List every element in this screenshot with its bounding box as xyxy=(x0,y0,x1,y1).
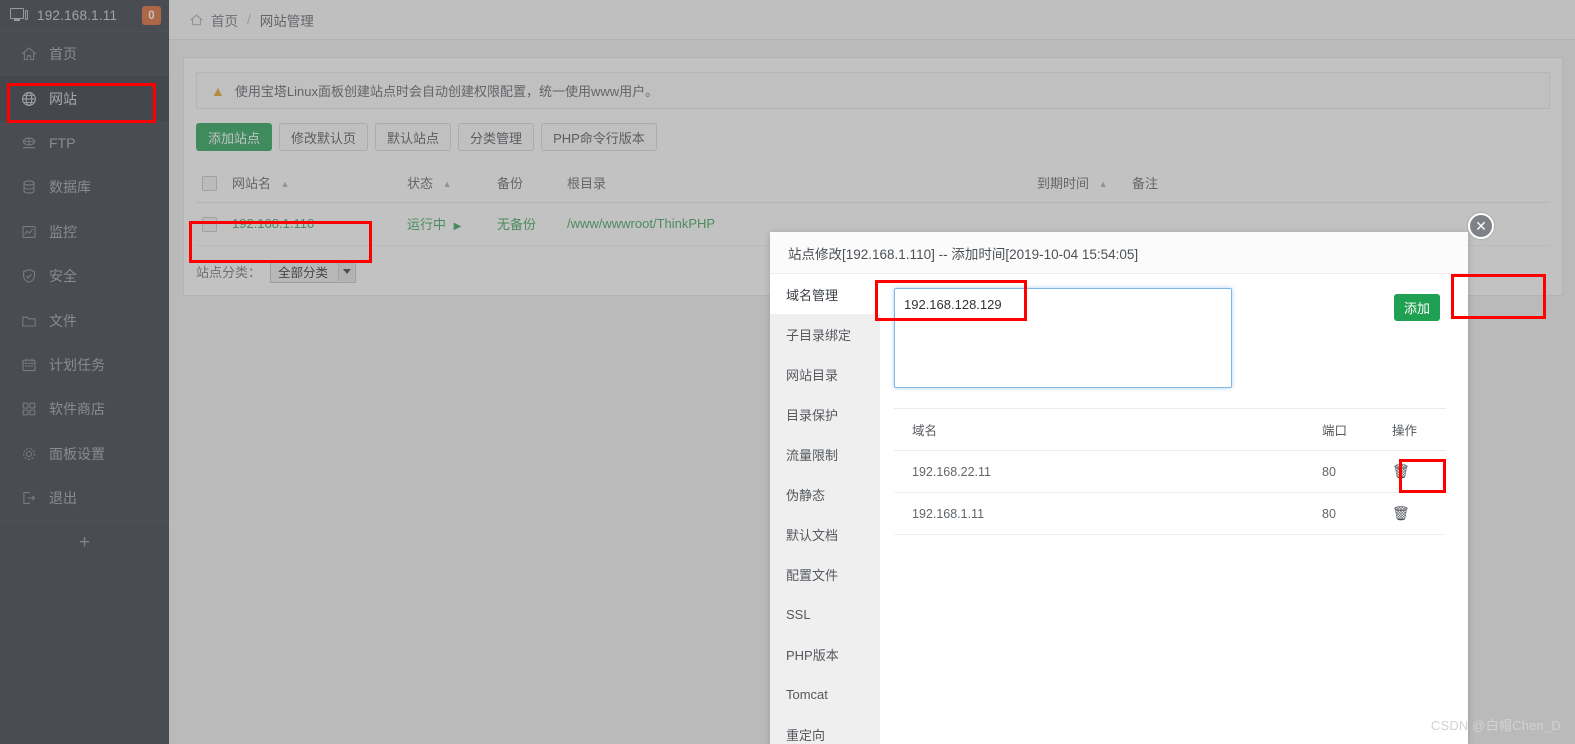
modal-title: 站点修改[192.168.1.110] -- 添加时间[2019-10-04 1… xyxy=(770,232,1468,274)
modal-menu-item-tomcat[interactable]: Tomcat xyxy=(770,674,880,714)
modal-menu: 域名管理 子目录绑定 网站目录 目录保护 流量限制 伪静态 默认文档 配置文件 xyxy=(770,274,880,744)
modal-menu-item-config-file[interactable]: 配置文件 xyxy=(770,554,880,594)
cell-domain: 192.168.1.11 xyxy=(894,492,1316,535)
menu-item-label: Tomcat xyxy=(786,686,828,702)
cell-port: 80 xyxy=(1316,450,1386,493)
trash-icon[interactable]: 🗑 xyxy=(1392,463,1410,480)
cell-domain: 192.168.22.11 xyxy=(894,450,1316,493)
menu-item-label: 伪静态 xyxy=(786,487,826,503)
cell-port: 80 xyxy=(1316,492,1386,535)
modal-menu-item-default-doc[interactable]: 默认文档 xyxy=(770,514,880,554)
menu-item-label: 子目录绑定 xyxy=(786,327,852,343)
menu-item-label: 配置文件 xyxy=(786,567,839,583)
modal-menu-item-subdir-bind[interactable]: 子目录绑定 xyxy=(770,314,880,354)
domain-input[interactable] xyxy=(894,288,1232,388)
menu-item-label: 域名管理 xyxy=(786,287,839,303)
menu-item-label: 目录保护 xyxy=(786,407,839,423)
menu-item-label: 默认文档 xyxy=(786,527,839,543)
modal-menu-item-redirect[interactable]: 重定向 xyxy=(770,714,880,744)
menu-item-label: SSL xyxy=(786,606,811,622)
modal-menu-item-site-dir[interactable]: 网站目录 xyxy=(770,354,880,394)
menu-item-label: 重定向 xyxy=(786,727,826,743)
cell-action: 🗑 xyxy=(1386,492,1446,535)
menu-item-label: 流量限制 xyxy=(786,447,839,463)
modal-main-panel: 添加 域名 端口 操作 192.168.22.11 80 xyxy=(875,274,1546,744)
menu-item-label: 网站目录 xyxy=(786,367,839,383)
table-row: 192.168.1.11 80 🗑 xyxy=(894,492,1446,535)
trash-icon[interactable]: 🗑 xyxy=(1392,505,1410,522)
close-icon[interactable]: ✕ xyxy=(1468,213,1494,239)
table-row: 192.168.22.11 80 🗑 xyxy=(894,450,1446,493)
cell-action: 🗑 xyxy=(1386,450,1446,493)
action-column-header: 操作 xyxy=(1386,408,1446,451)
modal-menu-item-traffic-limit[interactable]: 流量限制 xyxy=(770,434,880,474)
modal-menu-item-ssl[interactable]: SSL xyxy=(770,594,880,634)
port-column-header: 端口 xyxy=(1316,408,1386,451)
site-edit-modal: ✕ 站点修改[192.168.1.110] -- 添加时间[2019-10-04… xyxy=(770,213,1546,744)
modal-menu-item-rewrite[interactable]: 伪静态 xyxy=(770,474,880,514)
domain-table: 域名 端口 操作 192.168.22.11 80 🗑 192.168.1.11… xyxy=(894,408,1446,535)
domain-table-header-row: 域名 端口 操作 xyxy=(894,408,1446,451)
modal-menu-item-php-version[interactable]: PHP版本 xyxy=(770,634,880,674)
menu-item-label: PHP版本 xyxy=(786,647,839,663)
modal-menu-item-dir-protect[interactable]: 目录保护 xyxy=(770,394,880,434)
modal-menu-item-domain[interactable]: 域名管理 xyxy=(770,274,880,314)
domain-column-header: 域名 xyxy=(894,408,1316,451)
add-domain-button[interactable]: 添加 xyxy=(1394,294,1440,321)
